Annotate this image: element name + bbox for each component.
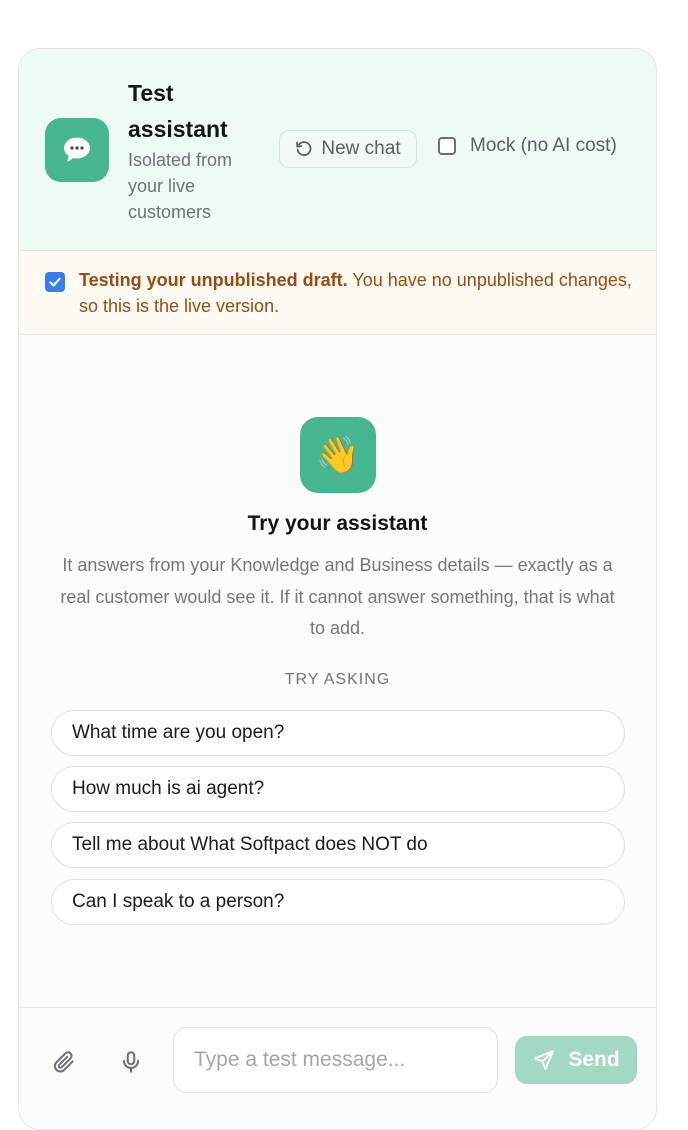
new-chat-label: New chat <box>321 138 401 159</box>
waving-hand-icon: 👋 <box>300 417 376 493</box>
suggestion-chip[interactable]: Can I speak to a person? <box>51 879 625 925</box>
panel-header: Test assistant Isolated from your live c… <box>19 49 656 251</box>
microphone-icon[interactable] <box>117 1048 145 1076</box>
notice-text: Testing your unpublished draft. You have… <box>79 267 639 319</box>
welcome-description: It answers from your Knowledge and Busin… <box>60 555 615 638</box>
try-asking-label: TRY ASKING <box>284 671 391 688</box>
new-chat-button[interactable]: New chat <box>279 130 417 168</box>
suggestion-chip[interactable]: How much is ai agent? <box>51 766 625 812</box>
draft-checkbox[interactable] <box>45 272 65 292</box>
send-icon <box>534 1050 555 1070</box>
mock-toggle[interactable]: Mock (no AI cost) <box>438 135 617 157</box>
chat-bubble-icon <box>45 118 109 182</box>
suggestion-chip[interactable]: What time are you open? <box>51 710 625 756</box>
paperclip-icon[interactable] <box>50 1048 78 1076</box>
panel-subtitle: Isolated from your live customers <box>128 150 233 222</box>
notice-strong: Testing your unpublished draft. <box>79 270 348 290</box>
draft-notice: Testing your unpublished draft. You have… <box>19 251 656 335</box>
send-button[interactable]: Send <box>515 1036 637 1084</box>
mock-checkbox[interactable] <box>438 137 456 155</box>
refresh-icon <box>296 141 312 156</box>
message-input[interactable] <box>173 1027 498 1093</box>
composer: Send <box>19 1007 656 1129</box>
checkmark-icon <box>49 277 61 287</box>
mock-label: Mock (no AI cost) <box>470 135 617 156</box>
welcome-title: Try your assistant <box>247 512 428 535</box>
send-label: Send <box>568 1048 620 1071</box>
panel-title: Test assistant <box>128 80 228 142</box>
test-assistant-panel: Test assistant Isolated from your live c… <box>18 48 657 1130</box>
suggestion-chip[interactable]: Tell me about What Softpact does NOT do <box>51 822 625 868</box>
